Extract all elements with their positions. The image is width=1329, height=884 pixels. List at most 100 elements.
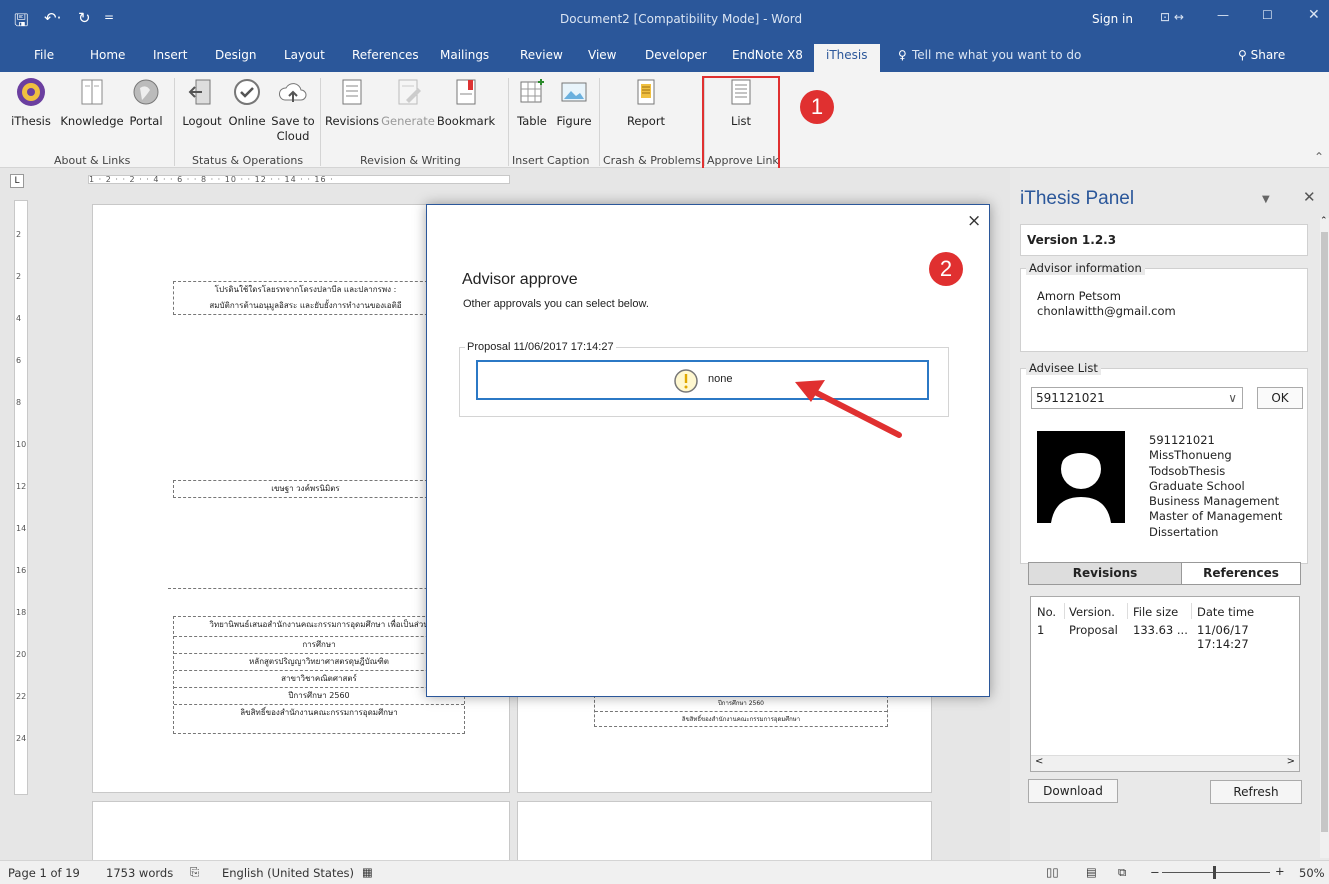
zoom-out-icon[interactable]: − bbox=[1150, 865, 1160, 879]
maximize-icon[interactable]: ☐ bbox=[1262, 8, 1273, 22]
row-file-size: 133.63 ... bbox=[1133, 623, 1188, 637]
vertical-ruler-mark: 18 bbox=[16, 608, 27, 617]
author-box[interactable]: เขษฐา วงค์พรนิมิตร bbox=[173, 480, 438, 498]
ithesis-label: iThesis bbox=[11, 114, 51, 128]
logout-label: Logout bbox=[182, 114, 222, 128]
tab-insert[interactable]: Insert bbox=[153, 48, 187, 62]
panel-scrollbar[interactable]: ⌃ bbox=[1320, 216, 1329, 858]
document-page-3[interactable] bbox=[92, 801, 510, 863]
tab-mailings[interactable]: Mailings bbox=[440, 48, 489, 62]
scroll-left-icon[interactable]: < bbox=[1035, 756, 1043, 767]
redo-icon[interactable]: ↻ bbox=[78, 9, 91, 27]
lightbulb-icon: ♀ bbox=[898, 48, 907, 62]
scroll-thumb[interactable] bbox=[1321, 232, 1328, 832]
title-line-1: โปรดินใช้ใดรโลยรทจากโดรงปลาบีล และปลากรพ… bbox=[214, 285, 397, 294]
zoom-slider-thumb[interactable] bbox=[1213, 866, 1216, 879]
tab-view[interactable]: View bbox=[588, 48, 616, 62]
tab-review[interactable]: Review bbox=[520, 48, 563, 62]
tab-home[interactable]: Home bbox=[90, 48, 125, 62]
group-about-links: About & Links bbox=[54, 154, 131, 167]
zoom-in-icon[interactable]: + bbox=[1275, 864, 1285, 878]
save-icon[interactable]: 🖫 bbox=[14, 8, 28, 37]
tab-references[interactable]: References bbox=[352, 48, 419, 62]
word-count[interactable]: 1753 words bbox=[106, 866, 173, 880]
zoom-slider[interactable] bbox=[1162, 872, 1270, 873]
page2-line-2: ลิขสิทธิ์ของสำนักงานคณะกรรมการอุดมศึกษา bbox=[681, 716, 801, 723]
portal-button[interactable]: Portal bbox=[124, 76, 168, 129]
print-layout-icon[interactable]: ▤ bbox=[1086, 865, 1097, 879]
panel-options-icon[interactable]: ▼ bbox=[1262, 194, 1270, 205]
group-status-operations: Status & Operations bbox=[192, 154, 304, 167]
report-button[interactable]: Report bbox=[612, 76, 680, 129]
sign-in-link[interactable]: Sign in bbox=[1092, 12, 1133, 26]
ribbon-display-icon[interactable]: ⊡ ↔ bbox=[1160, 10, 1184, 24]
scroll-right-icon[interactable]: > bbox=[1287, 756, 1295, 767]
tell-me-search[interactable]: Tell me what you want to do bbox=[912, 48, 1081, 62]
generate-button[interactable]: Generate bbox=[381, 76, 435, 129]
tab-selector[interactable]: L bbox=[10, 174, 24, 188]
col-no[interactable]: No. bbox=[1037, 605, 1056, 619]
step-badge-1: 1 bbox=[800, 90, 834, 124]
table-caption-button[interactable]: Table bbox=[512, 76, 552, 129]
save-to-cloud-button[interactable]: Save to Cloud bbox=[268, 76, 318, 144]
close-window-icon[interactable]: ✕ bbox=[1308, 7, 1320, 23]
highlight-box bbox=[702, 76, 780, 178]
group-separator bbox=[320, 78, 321, 166]
dialog-close-icon[interactable]: × bbox=[967, 211, 981, 231]
version-text: Version 1.2.3 bbox=[1027, 233, 1117, 247]
tab-design[interactable]: Design bbox=[215, 48, 256, 62]
proposal-legend: Proposal 11/06/2017 17:14:27 bbox=[465, 341, 616, 353]
revisions-label: Revisions bbox=[325, 114, 380, 128]
tab-developer[interactable]: Developer bbox=[645, 48, 707, 62]
vertical-ruler-mark: 10 bbox=[16, 440, 27, 449]
table-row[interactable]: 1 Proposal 133.63 ... 11/06/17 17:14:27 bbox=[1031, 623, 1299, 651]
col-file-size[interactable]: File size bbox=[1133, 605, 1178, 619]
knowledge-button[interactable]: Knowledge bbox=[60, 76, 124, 129]
submission-box[interactable]: วิทยานิพนธ์เสนอสำนักงานคณะกรรมการอุดมศึก… bbox=[173, 616, 465, 734]
minimize-icon[interactable]: — bbox=[1217, 8, 1229, 22]
tab-revisions[interactable]: Revisions bbox=[1028, 562, 1182, 585]
collapse-ribbon-icon[interactable]: ⌃ bbox=[1314, 150, 1324, 164]
read-mode-icon[interactable]: ▯▯ bbox=[1046, 865, 1059, 879]
web-layout-icon[interactable]: ⧉ bbox=[1118, 865, 1126, 880]
version-box: Version 1.2.3 bbox=[1020, 224, 1308, 256]
proofing-icon[interactable]: ⎘ bbox=[190, 865, 199, 880]
logout-button[interactable]: Logout bbox=[180, 76, 224, 129]
figure-caption-button[interactable]: Figure bbox=[552, 76, 596, 129]
advisee-select[interactable]: 591121021 ∨ bbox=[1031, 387, 1243, 409]
document-page-4[interactable] bbox=[517, 801, 932, 863]
tab-ithesis[interactable]: iThesis bbox=[814, 44, 880, 72]
ok-button[interactable]: OK bbox=[1257, 387, 1303, 409]
page2-footer-box[interactable]: ปีการศึกษา 2560 ลิขสิทธิ์ของสำนักงานคณะก… bbox=[594, 695, 888, 727]
undo-icon[interactable]: ↶· bbox=[44, 9, 61, 27]
refresh-button[interactable]: Refresh bbox=[1210, 780, 1302, 804]
status-bar: Page 1 of 19 1753 words ⎘ English (Unite… bbox=[0, 860, 1329, 884]
scroll-up-icon[interactable]: ⌃ bbox=[1320, 216, 1328, 226]
tab-endnote[interactable]: EndNote X8 bbox=[732, 48, 803, 62]
advisor-approve-dialog: × Advisor approve Other approvals you ca… bbox=[426, 204, 990, 697]
zoom-level[interactable]: 50% bbox=[1299, 866, 1325, 880]
horizontal-scrollbar[interactable]: < > bbox=[1031, 755, 1299, 771]
panel-title: iThesis Panel bbox=[1020, 188, 1135, 209]
tab-layout[interactable]: Layout bbox=[284, 48, 325, 62]
page2-line-1: ปีการศึกษา 2560 bbox=[595, 696, 887, 712]
panel-close-icon[interactable]: ✕ bbox=[1303, 188, 1316, 206]
quick-access-dropdown-icon[interactable]: = bbox=[104, 10, 114, 24]
online-button[interactable]: Online bbox=[226, 76, 268, 129]
revisions-button[interactable]: Revisions bbox=[325, 76, 379, 129]
page-count[interactable]: Page 1 of 19 bbox=[8, 866, 80, 880]
col-version[interactable]: Version. bbox=[1069, 605, 1115, 619]
tab-references[interactable]: References bbox=[1181, 562, 1301, 585]
ithesis-button[interactable]: iThesis bbox=[4, 76, 58, 129]
col-date-time[interactable]: Date time bbox=[1197, 605, 1254, 619]
share-button[interactable]: ⚲ Share bbox=[1238, 48, 1285, 62]
download-button[interactable]: Download bbox=[1028, 779, 1118, 803]
bookmark-button[interactable]: Bookmark bbox=[436, 76, 496, 129]
student-detail-line: MissThonueng bbox=[1149, 448, 1232, 463]
language[interactable]: English (United States) bbox=[222, 866, 354, 880]
tab-file[interactable]: File bbox=[34, 48, 54, 62]
student-detail-line: Graduate School bbox=[1149, 478, 1245, 493]
macro-icon[interactable]: ▦ bbox=[362, 865, 373, 879]
generate-label: Generate bbox=[381, 114, 435, 128]
title-box[interactable]: โปรดินใช้ใดรโลยรทจากโดรงปลาบีล และปลากรพ… bbox=[173, 281, 438, 315]
